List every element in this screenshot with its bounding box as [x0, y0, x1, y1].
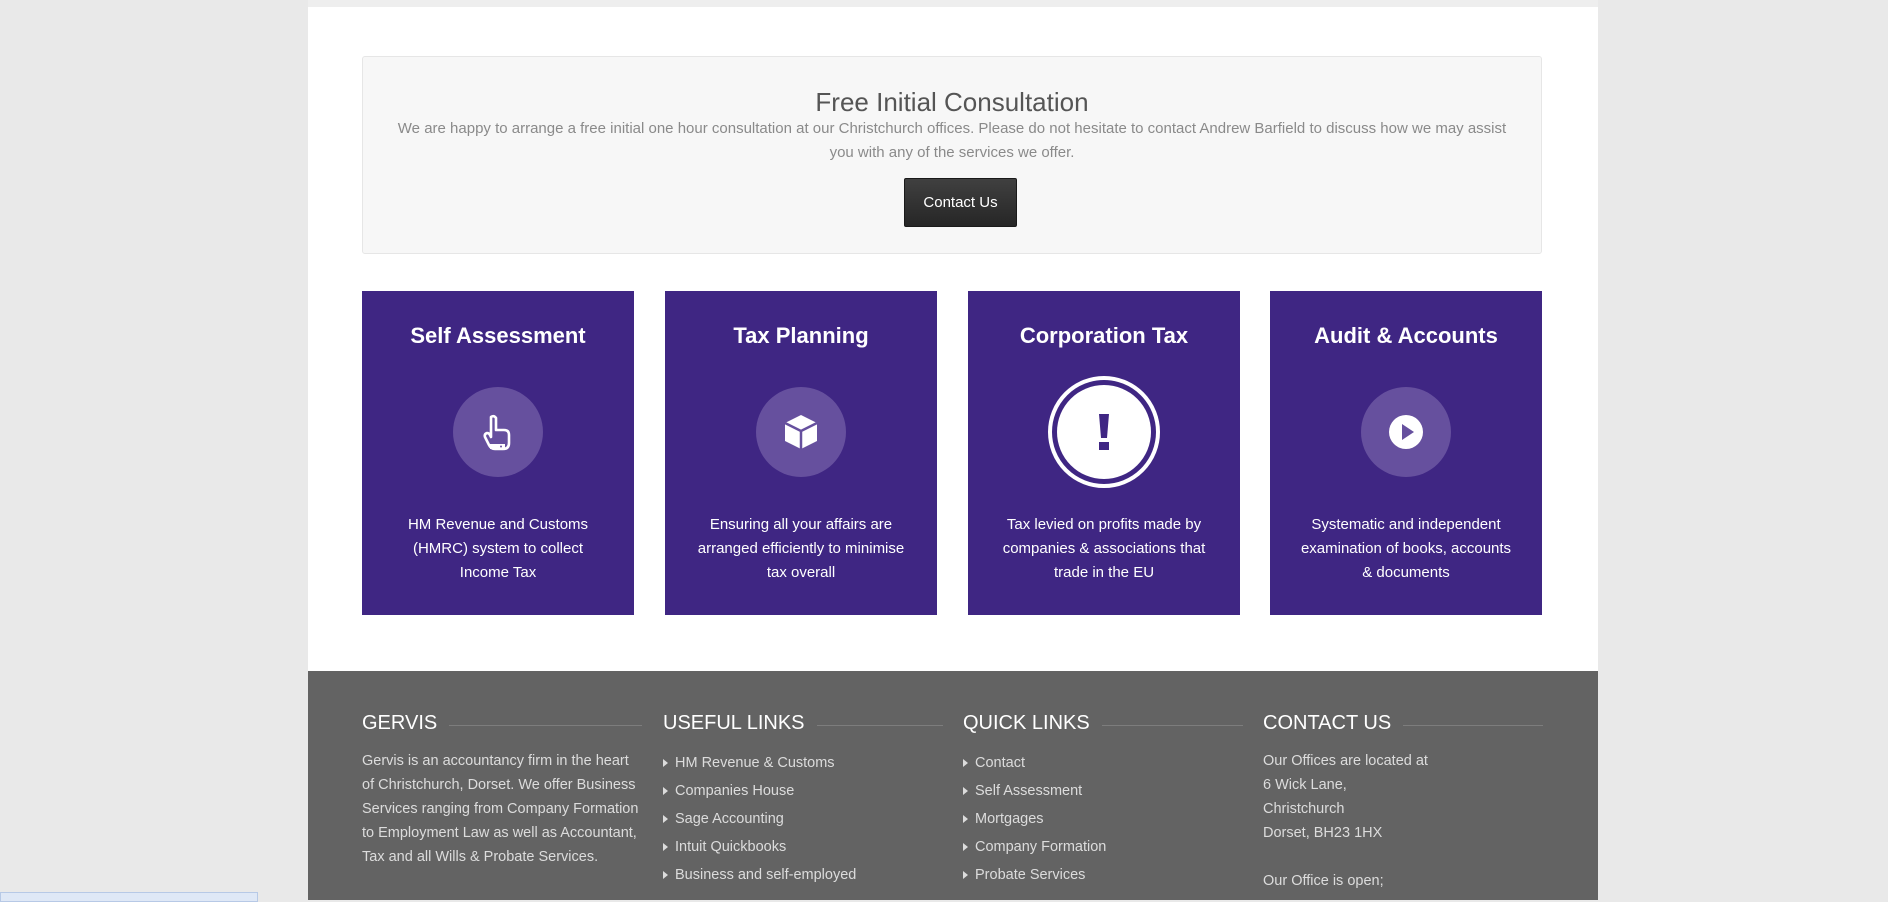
footer-quick-links-title: QUICK LINKS [963, 709, 1243, 737]
service-card-corporation-tax[interactable]: Corporation Tax Tax levied on profits ma… [968, 291, 1240, 615]
footer-link[interactable]: Sage Accounting [663, 805, 943, 833]
service-card-self-assessment[interactable]: Self Assessment HM Revenue and Customs (… [362, 291, 634, 615]
page-container: Free Initial Consultation We are happy t… [308, 0, 1598, 900]
consultation-box: Free Initial Consultation We are happy t… [362, 56, 1542, 254]
top-strip [308, 0, 1598, 7]
caret-right-icon [963, 815, 968, 823]
consultation-title: Free Initial Consultation [815, 87, 1089, 117]
caret-right-icon [963, 759, 968, 767]
pointing-hand-icon [453, 387, 543, 477]
service-card-audit-accounts[interactable]: Audit & Accounts Systematic and independ… [1270, 291, 1542, 615]
caret-right-icon [663, 759, 668, 767]
caret-right-icon [663, 815, 668, 823]
footer-link[interactable]: Self Assessment [963, 777, 1243, 805]
footer-link[interactable]: Company Formation [963, 833, 1243, 861]
caret-right-icon [663, 843, 668, 851]
service-title: Self Assessment [410, 323, 586, 348]
footer-link[interactable]: HM Revenue & Customs [663, 749, 943, 777]
footer-about: GERVIS Gervis is an accountancy firm in … [362, 709, 642, 869]
status-tooltip [0, 892, 258, 902]
footer-link[interactable]: Companies House [663, 777, 943, 805]
service-title: Tax Planning [733, 323, 869, 348]
service-card-tax-planning[interactable]: Tax Planning Ensuring all your affairs a… [665, 291, 937, 615]
footer-quick-links: QUICK LINKS Contact Self Assessment Mort… [963, 709, 1243, 889]
footer-link[interactable]: Contact [963, 749, 1243, 777]
footer-link[interactable]: Mortgages [963, 805, 1243, 833]
play-icon [1361, 387, 1451, 477]
footer-contact-text: Our Offices are located at 6 Wick Lane, … [1263, 753, 1428, 889]
footer-about-text: Gervis is an accountancy firm in the hea… [362, 753, 639, 865]
caret-right-icon [963, 871, 968, 879]
service-title: Audit & Accounts [1314, 323, 1498, 348]
footer-contact-title: CONTACT US [1263, 709, 1543, 737]
footer-useful-links-title: USEFUL LINKS [663, 709, 943, 737]
contact-us-button[interactable]: Contact Us [904, 178, 1017, 227]
service-text: Systematic and independent examination o… [1300, 516, 1512, 581]
caret-right-icon [663, 871, 668, 879]
service-text: Ensuring all your affairs are arranged e… [697, 516, 905, 581]
exclamation-icon [1048, 376, 1160, 488]
caret-right-icon [663, 787, 668, 795]
caret-right-icon [963, 787, 968, 795]
footer-contact: CONTACT US Our Offices are located at 6 … [1263, 709, 1543, 893]
footer-about-title: GERVIS [362, 709, 642, 737]
footer: GERVIS Gervis is an accountancy firm in … [308, 671, 1598, 900]
caret-right-icon [963, 843, 968, 851]
service-title: Corporation Tax [1019, 323, 1189, 348]
footer-link[interactable]: Intuit Quickbooks [663, 833, 943, 861]
cube-icon [756, 387, 846, 477]
footer-useful-links: USEFUL LINKS HM Revenue & Customs Compan… [663, 709, 943, 889]
service-text: HM Revenue and Customs (HMRC) system to … [407, 516, 589, 581]
consultation-text: We are happy to arrange a free initial o… [397, 120, 1507, 161]
service-text: Tax levied on profits made by companies … [1002, 516, 1206, 581]
footer-link[interactable]: Business and self-employed [663, 861, 943, 889]
footer-link[interactable]: Probate Services [963, 861, 1243, 889]
